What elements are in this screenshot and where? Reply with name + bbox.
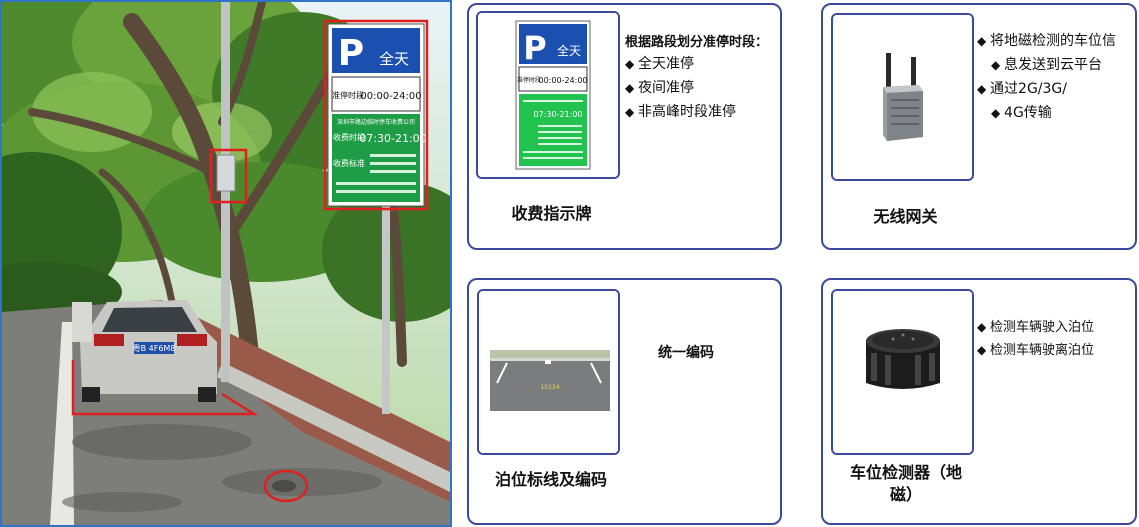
- card-wireless-gateway: 将地磁检测的车位信 息发送到云平台 通过2G/3G/ 4G传输 无线网关: [821, 3, 1137, 250]
- gateway-thumbnail: [831, 13, 974, 181]
- fee-sign-title: 收费指示牌: [511, 204, 592, 223]
- slot-code-text: 10134: [540, 384, 559, 391]
- unified-code-label: 统一编码: [658, 345, 714, 361]
- mini-sign-row1-value: 00:00-24:00: [539, 76, 588, 85]
- gateway-bullet: 将地磁检测的车位信: [977, 29, 1116, 53]
- fee-sign-bullets: 全天准停 夜间准停 非高峰时段准停: [625, 52, 768, 124]
- street-photo: 粤B 4F6M8 P 全天 准停时段 00:00-24:00 深圳市路边临时停车…: [0, 0, 452, 527]
- parking-line-title: 泊位标线及编码: [494, 470, 607, 489]
- license-plate-text: 粤B 4F6M8: [133, 343, 176, 353]
- detector-bullet: 检测车辆驶入泊位: [977, 316, 1094, 339]
- sign-row3-label: 收费标准: [333, 158, 365, 168]
- card-parking-line: 10134 统一编码 泊位标线及编码: [467, 278, 782, 525]
- sign-p-letter: P: [338, 33, 364, 74]
- gateway-bullet: 通过2G/3G/: [977, 77, 1116, 101]
- fee-sign-thumbnail: P 全天 准停时段 00:00-24:00 07:30-21:00: [476, 11, 620, 179]
- gateway-bullet-text: 4G传输: [1004, 105, 1052, 121]
- gateway-image: [833, 15, 972, 179]
- mini-sign-image: P 全天 准停时段 00:00-24:00 07:30-21:00: [478, 13, 618, 177]
- gateway-title: 无线网关: [873, 207, 938, 226]
- gateway-bullet-text: 息发送到云平台: [1004, 57, 1103, 73]
- detector-thumbnail: [831, 289, 974, 455]
- card-fee-sign: P 全天 准停时段 00:00-24:00 07:30-21:00 根据路段划分…: [467, 3, 782, 250]
- fee-sign-bullet: 夜间准停: [625, 76, 768, 100]
- detector-title-line1: 车位检测器（地: [849, 463, 962, 482]
- parking-fee-sign: P 全天 准停时段 00:00-24:00 深圳市路边临时停车收费公司 收费时段…: [323, 19, 429, 211]
- parking-line-thumbnail: 10134: [477, 289, 620, 455]
- sign-row1-value: 00:00-24:00: [360, 91, 421, 102]
- gateway-device: [216, 154, 236, 192]
- sign-p-word: 全天: [379, 50, 409, 68]
- sign-company: 深圳市路边临时停车收费公司: [337, 118, 415, 126]
- light-pole: [221, 2, 230, 382]
- mini-sign-row2-value: 07:30-21:00: [534, 110, 583, 119]
- fee-sign-description: 根据路段划分准停时段： 全天准停 夜间准停 非高峰时段准停: [625, 31, 768, 124]
- parking-line-image: 10134: [479, 291, 618, 453]
- detector-title-line2: 磁）: [889, 485, 922, 504]
- detector-image: [833, 291, 972, 453]
- mini-sign-p-letter: P: [523, 29, 546, 67]
- gateway-bullets: 将地磁检测的车位信 息发送到云平台 通过2G/3G/ 4G传输: [977, 29, 1116, 125]
- magnetic-sensor: [272, 480, 296, 492]
- fee-sign-heading: 根据路段划分准停时段：: [625, 35, 769, 50]
- detector-bullets: 检测车辆驶入泊位 检测车辆驶离泊位: [977, 316, 1094, 362]
- sign-row2-value: 07:30-21:00: [359, 132, 426, 145]
- card-detector: 检测车辆驶入泊位 检测车辆驶离泊位 车位检测器（地 磁）: [821, 278, 1137, 525]
- sign-row1-label: 准停时段: [332, 90, 364, 100]
- fee-sign-bullet: 非高峰时段准停: [625, 100, 768, 124]
- gateway-bullet-continued: 4G传输: [977, 101, 1116, 125]
- gateway-bullet-continued: 息发送到云平台: [977, 53, 1116, 77]
- mini-sign-p-word: 全天: [557, 43, 581, 58]
- mini-sign-row1-label: 准停时段: [517, 76, 541, 84]
- fee-sign-bullet: 全天准停: [625, 52, 768, 76]
- street-scene: 粤B 4F6M8 P 全天 准停时段 00:00-24:00 深圳市路边临时停车…: [2, 2, 450, 525]
- sign-pole: [382, 202, 390, 414]
- detector-bullet: 检测车辆驶离泊位: [977, 339, 1094, 362]
- detector-title: 车位检测器（地 磁）: [831, 462, 981, 506]
